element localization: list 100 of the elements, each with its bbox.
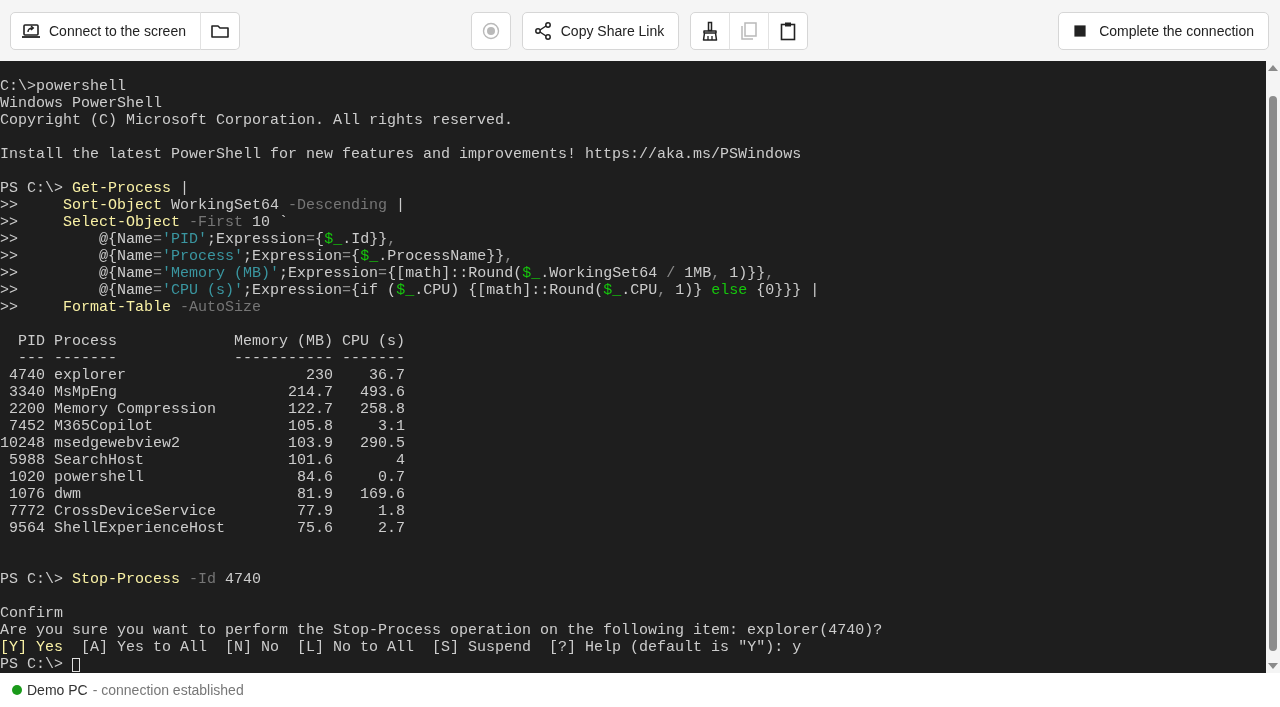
parameter-text: -First [188, 214, 244, 231]
terminal-text: | [395, 197, 406, 214]
terminal-text: { [315, 231, 325, 248]
table-cell: Memory Compression [54, 401, 217, 418]
terminal-text: WorkingSet64 [170, 197, 281, 214]
column-header: Memory (MB) [234, 333, 334, 350]
connect-screen-button[interactable]: Connect to the screen [10, 11, 201, 50]
table-cell: 101.6 [288, 452, 334, 469]
terminal-text: { [351, 248, 361, 265]
operator-text: = [153, 265, 163, 282]
table-cell: 7452 [9, 418, 45, 435]
table-cell: 1076 [9, 486, 45, 503]
string-text: 'Memory (MB)' [162, 265, 280, 282]
table-cell: 36.7 [369, 367, 406, 384]
table-cell: 84.6 [297, 469, 334, 486]
table-cell: 1.8 [378, 503, 406, 520]
table-cell: SearchHost [54, 452, 144, 469]
command-text: Format-Table [63, 299, 172, 316]
terminal-text: {0}}} | [755, 282, 820, 299]
table-cell: 75.6 [297, 520, 334, 537]
table-cell: powershell [54, 469, 144, 486]
operator-text: , [657, 282, 667, 299]
terminal-text: Install the latest PowerShell for new features and improvements! https://aka.ms/PSWindows [0, 146, 802, 163]
terminal-text: >> [0, 299, 19, 316]
copy-share-link-button[interactable]: Copy Share Link [521, 11, 680, 50]
operator-text: = [342, 248, 352, 265]
column-header: CPU (s) [342, 333, 406, 350]
table-cell: 2.7 [378, 520, 406, 537]
header-rule: --- [18, 350, 45, 367]
table-cell: msedgewebview2 [54, 435, 181, 452]
terminal-text: .ProcessName}} [378, 248, 505, 265]
terminal-text: >> @{Name [0, 231, 154, 248]
table-cell: 7772 [9, 503, 45, 520]
operator-text: = [153, 231, 163, 248]
clipboard-button[interactable] [768, 11, 809, 50]
parameter-text: -Id [188, 571, 217, 588]
brush-button[interactable] [690, 11, 731, 50]
terminal-text: .CPU) {[math]::Round( [414, 282, 604, 299]
terminal-text: C:\>powershell [0, 78, 127, 95]
operator-text: , [711, 265, 721, 282]
header-rule: ------- [54, 350, 117, 367]
table-cell: 493.6 [360, 384, 406, 401]
string-text: 'CPU (s)' [162, 282, 244, 299]
prompt-text: PS C:\> [0, 656, 64, 673]
terminal-text: [A] Yes to All [N] No [L] No to All [S] Suspend [?] Help (default is "Y"): y [80, 639, 802, 656]
terminal-text: >> @{Name [0, 265, 154, 282]
table-cell: 4740 [9, 367, 45, 384]
column-header: PID [18, 333, 45, 350]
terminal-text: PS C:\> [0, 571, 64, 588]
terminal-text: 1)} [674, 282, 704, 299]
table-cell: 230 [306, 367, 334, 384]
header-rule: ----------- [234, 350, 334, 367]
header-rule: ------- [342, 350, 406, 367]
table-cell: 258.8 [360, 401, 406, 418]
complete-connection-button[interactable]: Complete the connection [1058, 11, 1269, 50]
table-cell: M365Copilot [54, 418, 154, 435]
record-icon [480, 20, 501, 41]
parameter-text: -AutoSize [179, 299, 262, 316]
table-cell: explorer [54, 367, 126, 384]
folder-button[interactable] [200, 11, 240, 50]
operator-text: = [153, 282, 163, 299]
terminal-text: >> [0, 197, 19, 214]
command-text: Stop-Process [72, 571, 181, 588]
table-cell: CrossDeviceService [54, 503, 217, 520]
terminal-text: ;Expression [243, 282, 343, 299]
command-text: Sort-Object [63, 197, 163, 214]
connection-status: - connection established [92, 682, 244, 698]
table-cell: MsMpEng [54, 384, 117, 401]
terminal-text: .CPU [621, 282, 658, 299]
table-cell: 9564 [9, 520, 45, 537]
terminal-text: {[math]::Round( [387, 265, 523, 282]
terminal-text: Copyright (C) Microsoft Corporation. All rights reserved. [0, 112, 514, 129]
terminal-text: PS C:\> [0, 180, 63, 197]
terminal-text: | [179, 180, 190, 197]
command-text: Get-Process [72, 180, 172, 197]
table-cell: 290.5 [360, 435, 406, 452]
terminal-text: ;Expression [207, 231, 307, 248]
command-text: [Y] Yes [0, 639, 63, 656]
table-cell: 10248 [0, 435, 45, 452]
stop-icon [1073, 23, 1088, 38]
share-icon [532, 20, 553, 41]
terminal-text: ;Expression [243, 248, 343, 265]
string-text: 'PID' [162, 231, 208, 248]
command-text: Select-Object [63, 214, 181, 231]
table-cell: 77.9 [297, 503, 334, 520]
parameter-text: -Descending [288, 197, 388, 214]
variable-text: $_ [522, 265, 541, 282]
table-cell: 81.9 [297, 486, 334, 503]
terminal-text: ;Expression [279, 265, 379, 282]
keyword-text: else [711, 282, 748, 299]
terminal-text: >> @{Name [0, 248, 154, 265]
table-cell: 1020 [9, 469, 45, 486]
terminal-text: Windows PowerShell [0, 95, 163, 112]
string-text: 'Process' [162, 248, 244, 265]
table-cell: 214.7 [288, 384, 334, 401]
table-cell: 2200 [9, 401, 45, 418]
operator-text: = [153, 248, 163, 265]
operator-text: , [504, 248, 514, 265]
table-cell: dwm [54, 486, 81, 503]
device-name: Demo PC [27, 682, 88, 698]
